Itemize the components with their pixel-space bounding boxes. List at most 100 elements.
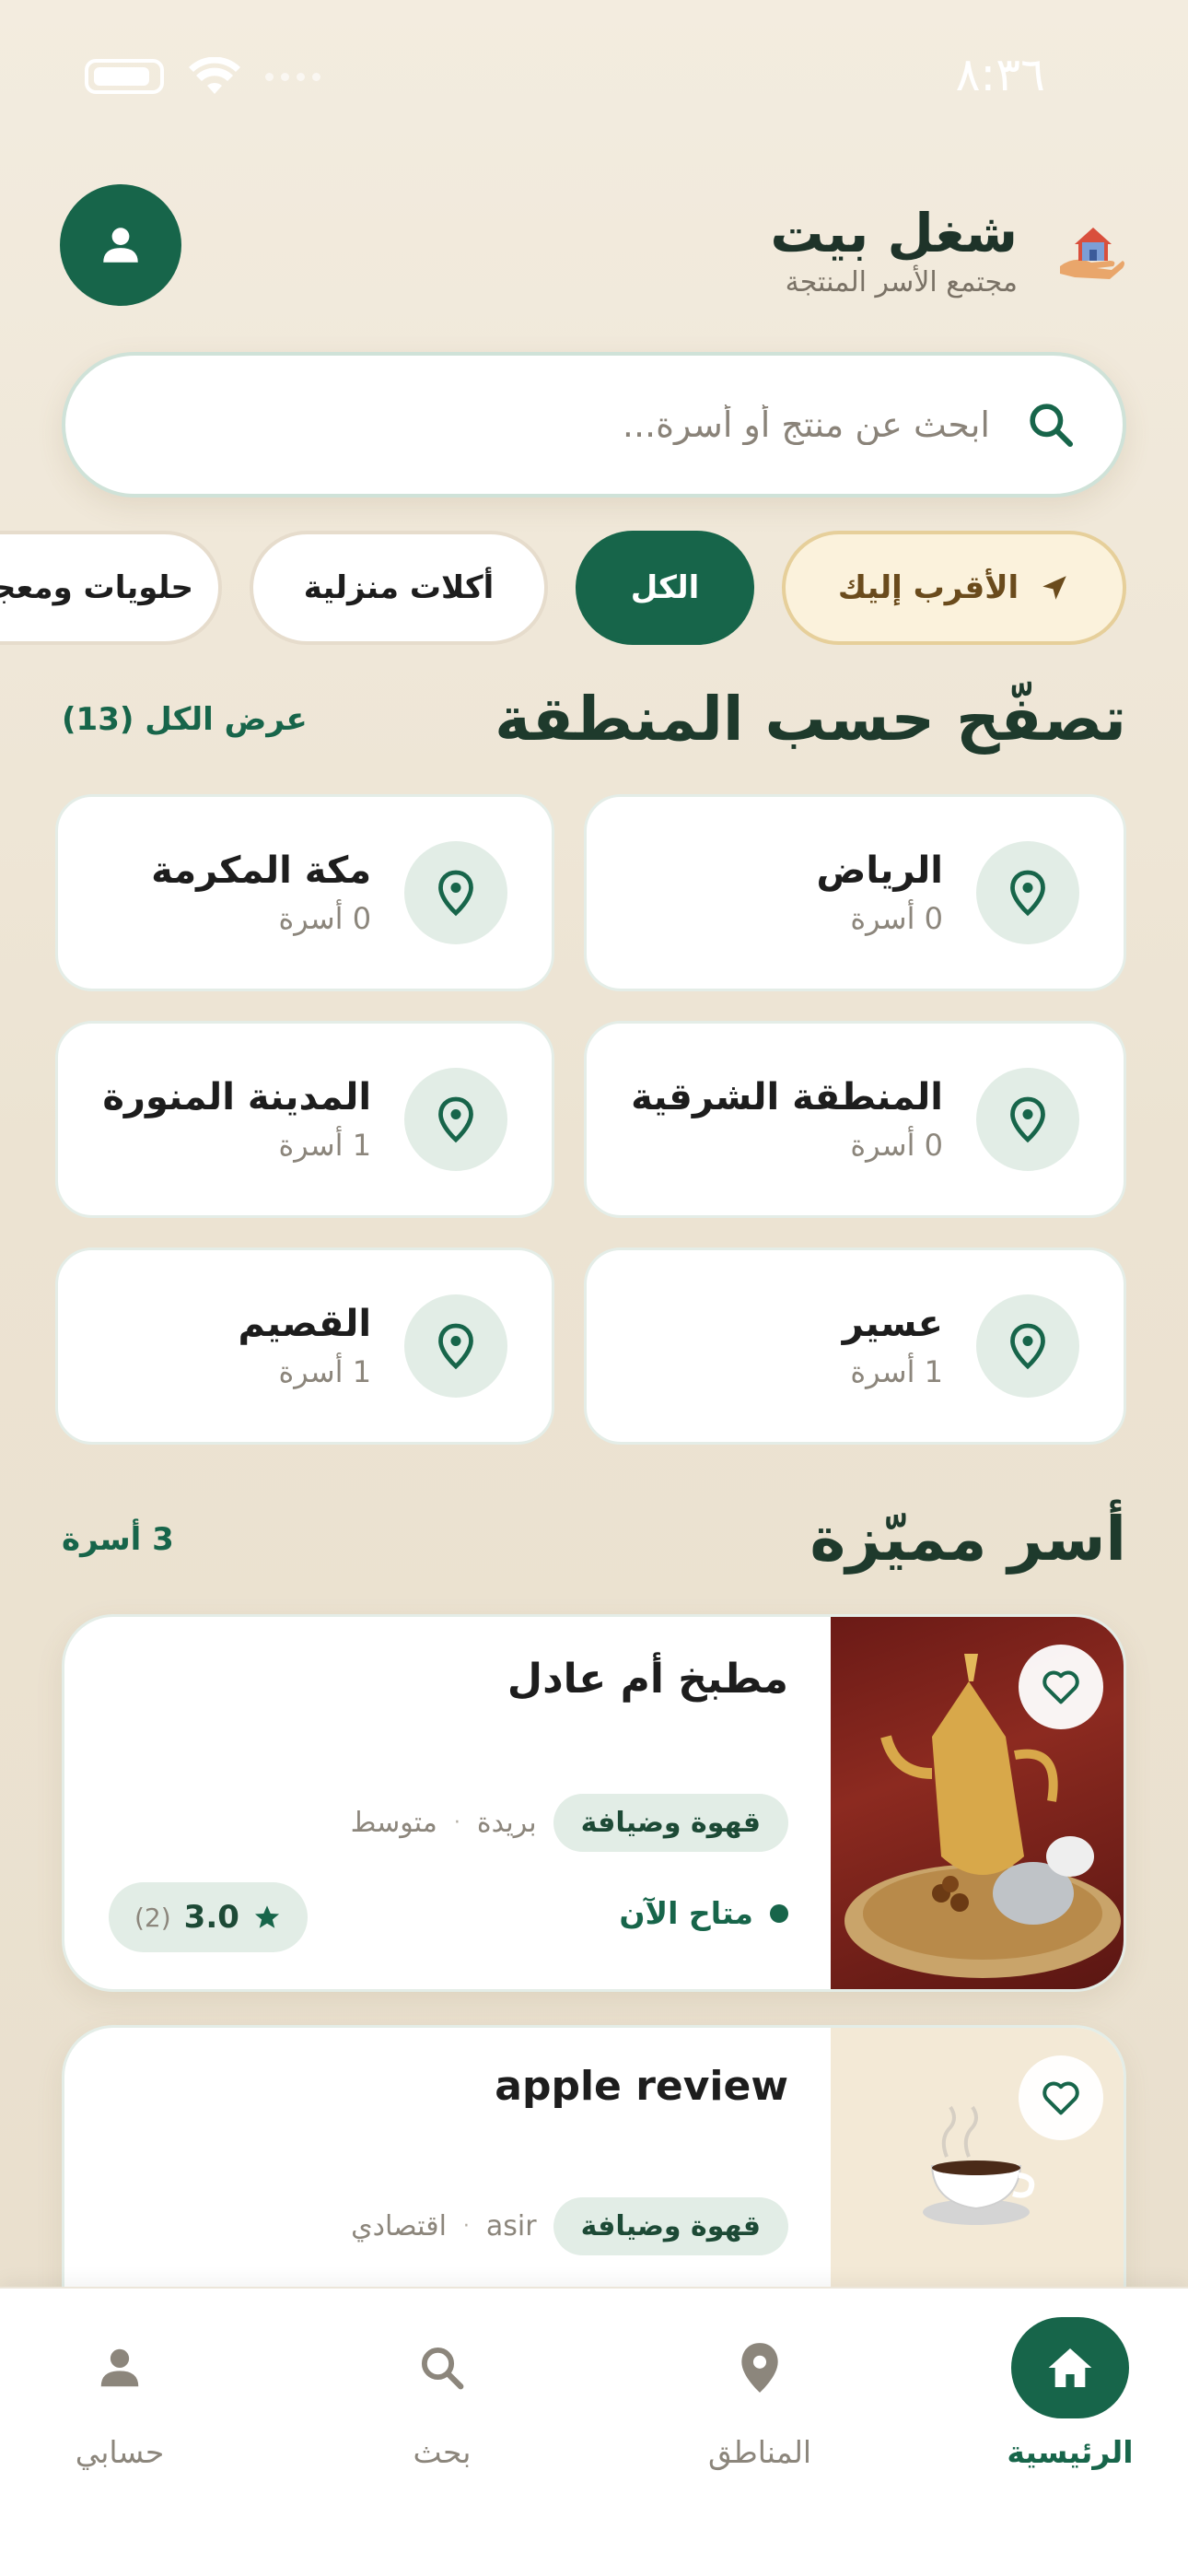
family-city: asir [485,2210,537,2242]
regions-header: تصفّح حسب المنطقة عرض الكل (13) [62,684,1126,755]
tab-search[interactable]: بحث [341,2309,543,2470]
family-meta: قهوة وضيافة asir · اقتصادي [351,2197,788,2255]
chip-home-food[interactable]: أكلات منزلية [250,531,548,645]
star-icon [254,1905,279,1928]
region-count: 1 أسرة [278,1128,372,1163]
family-city: بريدة [476,1807,537,1839]
bottom-tab-bar: الرئيسية المناطق بحث حسابي [0,2287,1188,2576]
region-name: المدينة المنورة [102,1076,372,1118]
brand: شغل بيت مجتمع الأسر المنتجة [770,203,1128,299]
location-pin-icon [976,1294,1079,1398]
chip-sweets[interactable]: حلويات ومعجنات [0,531,222,645]
house-hand-icon [1054,214,1128,287]
rating-value: 3.0 [183,1899,239,1936]
navigation-arrow-icon [1042,576,1066,600]
wifi-icon [189,57,240,94]
tab-label: حسابي [75,2434,165,2470]
chip-all[interactable]: الكل [576,531,754,645]
location-pin-icon [976,1068,1079,1171]
region-count: 0 أسرة [278,901,372,936]
location-pin-icon [976,841,1079,944]
region-count: 0 أسرة [850,901,943,936]
tab-home[interactable]: الرئيسية [969,2309,1171,2470]
region-card[interactable]: عسير 1 أسرة [584,1247,1126,1445]
region-info: المدينة المنورة 1 أسرة [102,1076,371,1163]
signal-dots [265,72,320,81]
user-icon [103,228,138,263]
battery-icon [85,59,164,94]
status-dot-icon [770,1903,788,1923]
families-count: 3 أسرة [62,1520,174,1558]
region-name: الرياض [816,849,943,892]
location-pin-icon [741,2343,778,2393]
region-info: المنطقة الشرقية 0 أسرة [631,1076,943,1163]
tab-regions[interactable]: المناطق [658,2309,861,2470]
rating-badge: (2) 3.0 [109,1882,308,1952]
meta-separator: · [453,1811,460,1834]
status-bar: ٨:٣٦ [0,0,1188,157]
chip-nearest[interactable]: الأقرب إليك [782,531,1126,645]
region-card[interactable]: مكة المكرمة 0 أسرة [55,794,555,991]
favorite-heart-icon[interactable] [1019,2055,1103,2140]
region-count: 1 أسرة [850,1354,943,1389]
profile-button[interactable] [60,184,181,306]
chip-label: الكل [630,569,700,606]
home-icon [1011,2317,1129,2418]
regions-title: تصفّح حسب المنطقة [495,684,1126,755]
chip-label: حلويات ومعجنات [0,569,193,606]
family-card[interactable]: مطبخ أم عادل قهوة وضيافة بريدة · متوسط م… [62,1614,1126,1992]
user-icon [100,2348,139,2387]
region-name: القصيم [238,1303,372,1345]
region-name: عسير [842,1303,943,1345]
location-pin-icon [404,1294,508,1398]
chip-label: الأقرب إليك [837,569,1019,606]
app-header: شغل بيت مجتمع الأسر المنتجة [60,184,1128,309]
app-subtitle: مجتمع الأسر المنتجة [785,265,1018,299]
family-price-level: متوسط [350,1807,437,1839]
location-pin-icon [404,841,508,944]
location-pin-icon [404,1068,508,1171]
families-header: أسر مميّزة 3 أسرة [62,1504,1126,1575]
tab-label: الرئيسية [1007,2434,1134,2470]
family-price-level: اقتصادي [351,2210,447,2242]
region-card[interactable]: المدينة المنورة 1 أسرة [55,1021,555,1218]
family-name: مطبخ أم عادل [507,1656,788,1703]
region-info: القصيم 1 أسرة [102,1303,371,1389]
region-count: 1 أسرة [278,1354,372,1389]
search-input[interactable] [111,404,990,445]
brand-text: شغل بيت مجتمع الأسر المنتجة [770,203,1018,299]
meta-separator: · [462,2215,470,2238]
region-card[interactable]: المنطقة الشرقية 0 أسرة [584,1021,1126,1218]
rating-count: (2) [134,1902,171,1933]
search-icon[interactable] [1025,399,1077,451]
filter-chips: الأقرب إليك الكل أكلات منزلية حلويات ومع… [0,531,1126,649]
status-time: ٨:٣٦ [955,48,1045,101]
regions-grid: الرياض 0 أسرة مكة المكرمة 0 أسرة المنطقة… [55,794,1126,1445]
region-info: الرياض 0 أسرة [631,849,943,936]
region-card[interactable]: القصيم 1 أسرة [55,1247,555,1445]
region-count: 0 أسرة [850,1128,943,1163]
search-icon [421,2347,464,2390]
region-name: مكة المكرمة [151,849,372,892]
status-icons [85,57,320,96]
tab-account[interactable]: حسابي [18,2309,221,2470]
tab-label: بحث [413,2434,472,2470]
tab-label: المناطق [707,2434,812,2470]
family-meta: قهوة وضيافة بريدة · متوسط [351,1794,788,1852]
category-tag: قهوة وضيافة [553,1794,788,1852]
availability-status: متاح الآن [619,1895,788,1931]
search-bar [62,352,1126,498]
chip-label: أكلات منزلية [303,569,495,606]
app-title: شغل بيت [770,202,1018,264]
families-title: أسر مميّزة [809,1504,1126,1575]
view-all-regions-link[interactable]: عرض الكل (13) [62,701,308,738]
favorite-heart-icon[interactable] [1019,1645,1103,1729]
status-text: متاح الآن [619,1895,753,1931]
region-card[interactable]: الرياض 0 أسرة [584,794,1126,991]
family-name: apple review [495,2063,788,2110]
region-info: مكة المكرمة 0 أسرة [102,849,371,936]
region-info: عسير 1 أسرة [631,1303,943,1389]
family-info: مطبخ أم عادل قهوة وضيافة بريدة · متوسط م… [109,1617,788,1989]
region-name: المنطقة الشرقية [631,1076,943,1118]
category-tag: قهوة وضيافة [553,2197,788,2255]
